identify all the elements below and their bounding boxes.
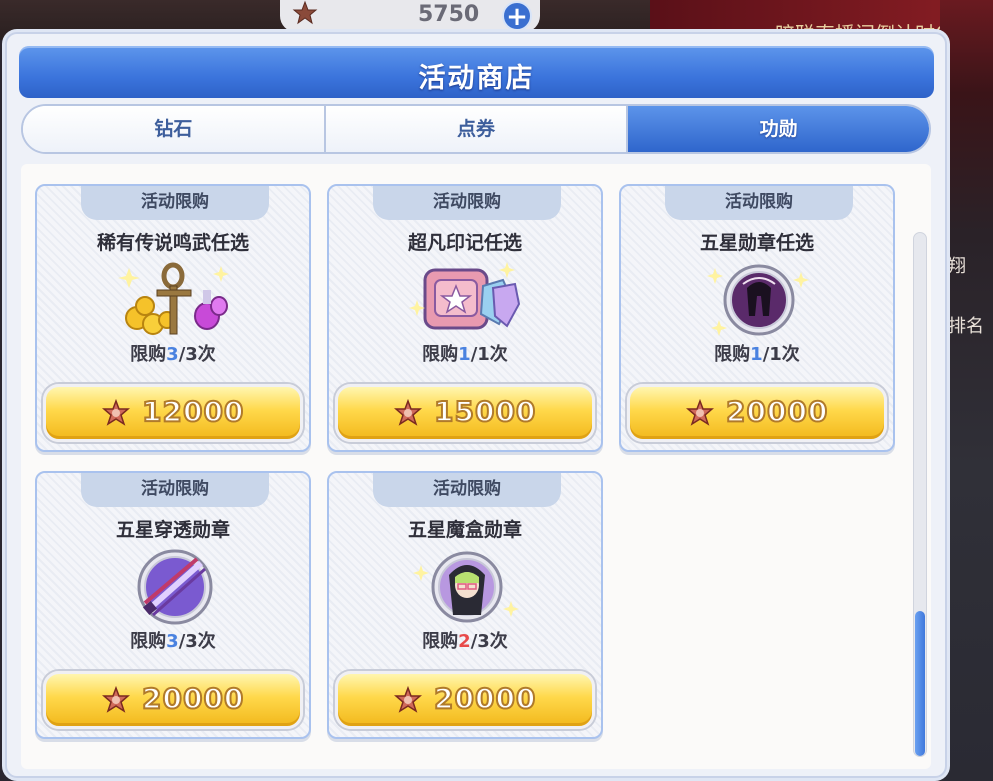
- shop-item-card[interactable]: 活动限购 超凡印记任选 限购1/1次 15000: [327, 184, 603, 452]
- buy-button[interactable]: 20000: [627, 384, 887, 442]
- purchase-limit: 限购3/3次: [130, 631, 216, 652]
- price: 20000: [141, 681, 245, 716]
- item-name: 五星魔盒勋章: [407, 519, 522, 541]
- scrollbar[interactable]: [913, 232, 927, 757]
- limit-count: 1: [458, 344, 471, 365]
- limit-count: 2: [458, 631, 471, 652]
- price: 12000: [141, 394, 245, 429]
- merit-currency-icon: [292, 0, 318, 25]
- price: 15000: [433, 394, 537, 429]
- limit-count: 3: [166, 344, 179, 365]
- buy-button[interactable]: 12000: [43, 384, 303, 442]
- background-right: [940, 0, 993, 781]
- limit-count: 1: [750, 344, 763, 365]
- shop-item-card[interactable]: 活动限购 五星魔盒勋章 限购2/3次 20000: [327, 471, 603, 739]
- item-name: 超凡印记任选: [407, 232, 522, 254]
- currency-bar: [280, 0, 540, 32]
- tab-diamond[interactable]: 钻石: [23, 106, 326, 152]
- dark-medal-icon: [707, 264, 809, 336]
- dialog-title: 活动商店: [418, 63, 535, 94]
- buy-button[interactable]: 15000: [335, 384, 595, 442]
- shop-item-card[interactable]: 活动限购 五星勋章任选 限购1/1次 20000: [619, 184, 895, 452]
- limited-tag: 活动限购: [665, 186, 853, 220]
- pink-box-crystals-icon: [409, 262, 521, 330]
- item-list: 活动限购 稀有传说鸣武任选 限购3/3次 12000 活动限购 超凡印记任选 限…: [21, 164, 931, 769]
- item-name: 稀有传说鸣武任选: [96, 232, 249, 254]
- currency-value: 5750: [418, 2, 480, 27]
- merit-icon: [394, 686, 422, 713]
- purchase-limit: 限购2/3次: [422, 631, 508, 652]
- merit-icon: [686, 399, 714, 426]
- limited-tag: 活动限购: [373, 186, 561, 220]
- price: 20000: [433, 681, 537, 716]
- limit-count: 3: [166, 631, 179, 652]
- limited-tag: 活动限购: [81, 186, 269, 220]
- shop-item-card[interactable]: 活动限购 稀有传说鸣武任选 限购3/3次 12000: [35, 184, 311, 452]
- background-side-text: 排名: [948, 316, 984, 337]
- currency-tabs: 钻石 点券 功勋: [21, 104, 931, 154]
- limited-tag: 活动限购: [373, 473, 561, 507]
- purchase-limit: 限购3/3次: [130, 344, 216, 365]
- tab-coupon[interactable]: 点券: [325, 106, 629, 152]
- character-medal-icon: [413, 551, 519, 623]
- buy-button[interactable]: 20000: [335, 671, 595, 729]
- title-bar: 活动商店: [19, 46, 934, 98]
- item-name: 五星穿透勋章: [115, 519, 230, 541]
- item-name: 五星勋章任选: [699, 232, 814, 254]
- coins-ankh-potions-icon: [118, 262, 229, 335]
- purchase-limit: 限购1/1次: [422, 344, 508, 365]
- merit-icon: [102, 399, 130, 426]
- purchase-limit: 限购1/1次: [714, 344, 800, 365]
- event-shop-dialog: 活动商店 钻石 点券 功勋 活动限购 稀有传说鸣武任选 限购3/3次 12000…: [5, 32, 947, 778]
- merit-icon: [394, 399, 422, 426]
- scrollbar-thumb[interactable]: [915, 611, 925, 756]
- add-currency-button[interactable]: +: [502, 1, 532, 31]
- tab-merit[interactable]: 功勋: [628, 106, 929, 152]
- limited-tag: 活动限购: [81, 473, 269, 507]
- buy-button[interactable]: 20000: [43, 671, 303, 729]
- price: 20000: [725, 394, 829, 429]
- merit-icon: [102, 686, 130, 713]
- background-side-text: 翔: [948, 256, 966, 277]
- shop-item-card[interactable]: 活动限购 五星穿透勋章 限购3/3次 20000: [35, 471, 311, 739]
- sword-medal-icon: [137, 549, 213, 625]
